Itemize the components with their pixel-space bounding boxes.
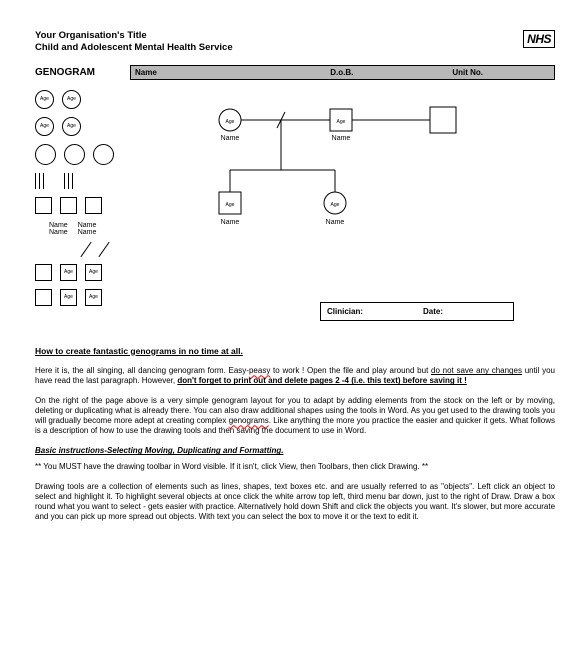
triple-bar-icon <box>64 173 73 189</box>
body-heading: How to create fantastic genograms in no … <box>35 346 555 357</box>
age-label: Age <box>331 202 340 208</box>
square-age-icon: Age <box>85 289 102 306</box>
square-age-icon: Age <box>60 289 77 306</box>
age-label: Age <box>337 119 346 125</box>
square-icon <box>35 264 52 281</box>
name-label: Name <box>332 135 351 142</box>
square-age-icon: Age <box>60 264 77 281</box>
section-row: GENOGRAM Name D.o.B. Unit No. <box>35 65 555 80</box>
name-label: Name <box>221 135 240 142</box>
org-title-block: Your Organisation's Title Child and Adol… <box>35 30 233 55</box>
name-label: Name <box>326 219 345 226</box>
org-subtitle: Child and Adolescent Mental Health Servi… <box>35 42 233 54</box>
triple-bar-icon <box>35 173 44 189</box>
field-dob: D.o.B. <box>330 68 452 77</box>
date-label: Date: <box>423 307 443 316</box>
square-icon <box>35 289 52 306</box>
diagonal-line-icon <box>95 242 109 256</box>
name-labels: Name Name Name Name <box>49 222 150 236</box>
sub-heading: Basic instructions-Selecting Moving, Dup… <box>35 446 555 456</box>
section-title: GENOGRAM <box>35 67 95 78</box>
clinician-box: Clinician: Date: <box>320 302 514 321</box>
circle-age-icon: Age <box>62 90 81 109</box>
body-text: How to create fantastic genograms in no … <box>35 346 555 523</box>
paragraph-2: On the right of the page above is a very… <box>35 396 555 436</box>
square-icon <box>60 197 77 214</box>
header: Your Organisation's Title Child and Adol… <box>35 30 555 55</box>
circle-icon <box>64 144 85 165</box>
field-unit: Unit No. <box>452 68 550 77</box>
circle-age-icon: Age <box>35 117 54 136</box>
age-label: Age <box>226 119 235 125</box>
org-title: Your Organisation's Title <box>35 30 233 42</box>
diagonal-line-icon <box>77 242 91 256</box>
name-label: Name <box>221 219 240 226</box>
nhs-badge: NHS <box>523 30 555 48</box>
paragraph-1: Here it is, the all singing, all dancing… <box>35 366 555 386</box>
square-age-icon: Age <box>85 264 102 281</box>
genogram-diagram: Age Name Age Name Age Name <box>170 90 555 321</box>
circle-icon <box>35 144 56 165</box>
field-name: Name <box>135 68 330 77</box>
square-icon <box>35 197 52 214</box>
circle-age-icon: Age <box>62 117 81 136</box>
paragraph-4: Drawing tools are a collection of elemen… <box>35 482 555 522</box>
age-label: Age <box>226 202 235 208</box>
square-icon <box>85 197 102 214</box>
circle-age-icon: Age <box>35 90 54 109</box>
stock-palette: Age Age Age Age <box>35 90 150 321</box>
circle-icon <box>93 144 114 165</box>
paragraph-3: ** You MUST have the drawing toolbar in … <box>35 462 555 472</box>
clinician-label: Clinician: <box>327 307 363 316</box>
info-bar: Name D.o.B. Unit No. <box>130 65 555 80</box>
